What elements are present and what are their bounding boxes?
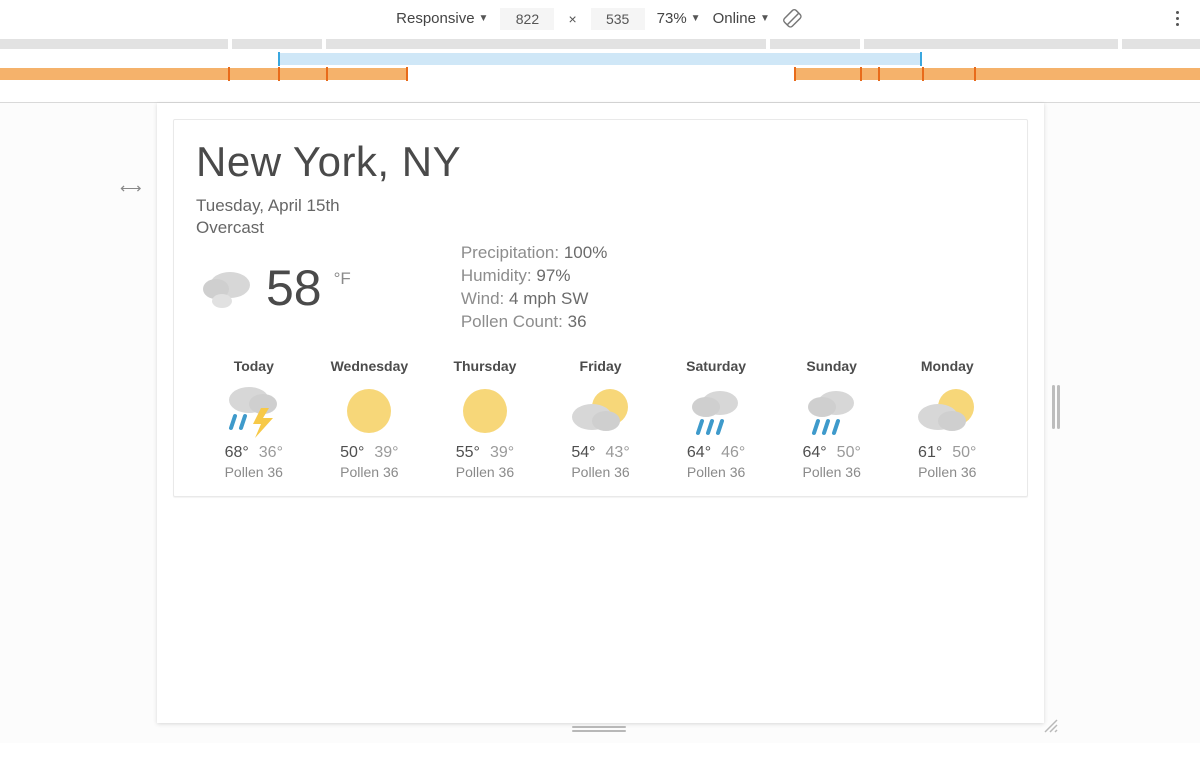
forecast-pollen: Pollen 36: [543, 464, 659, 480]
forecast-day: Saturday 64° 46° Pollen 36: [658, 358, 774, 480]
wind-label: Wind:: [461, 289, 504, 308]
zoom-label: 73%: [657, 10, 687, 27]
forecast-day-label: Friday: [543, 358, 659, 374]
forecast-day: Friday 54° 43° Pollen 36: [543, 358, 659, 480]
weather-card: New York, NY Tuesday, April 15th Overcas…: [173, 119, 1028, 497]
precip-label: Precipitation:: [461, 243, 559, 262]
partly-sunny-icon: [889, 380, 1005, 442]
device-viewport: New York, NY Tuesday, April 15th Overcas…: [157, 103, 1044, 723]
forecast-low: 39°: [490, 444, 514, 461]
forecast-high: 61°: [918, 444, 942, 461]
forecast-high: 64°: [687, 444, 711, 461]
breakpoint-ruler: [0, 38, 1200, 103]
dimension-separator: ×: [568, 11, 576, 27]
humid-value: 97%: [536, 266, 570, 285]
forecast-high: 64°: [802, 444, 826, 461]
wind-value: 4 mph SW: [509, 289, 588, 308]
forecast-day: Sunday 64° 50° Pollen 36: [774, 358, 890, 480]
condition-text: Overcast: [196, 218, 1005, 238]
forecast-low: 50°: [837, 444, 861, 461]
chevron-down-icon: ▼: [691, 13, 701, 24]
forecast-temps: 64° 46°: [658, 444, 774, 462]
rotate-icon[interactable]: [782, 8, 804, 30]
chevron-down-icon: ▼: [760, 13, 770, 24]
forecast-temps: 68° 36°: [196, 444, 312, 462]
chevron-down-icon: ▼: [479, 13, 489, 24]
more-menu-icon[interactable]: [1168, 10, 1186, 28]
network-label: Online: [713, 10, 756, 27]
forecast-low: 43°: [606, 444, 630, 461]
forecast-temps: 55° 39°: [427, 444, 543, 462]
width-input[interactable]: [500, 8, 554, 30]
device-toolbar: Responsive ▼ × 73% ▼ Online ▼: [0, 0, 1200, 38]
precip-value: 100%: [564, 243, 607, 262]
forecast-high: 68°: [225, 444, 249, 461]
sunny-icon: [427, 380, 543, 442]
rain-icon: [658, 380, 774, 442]
breakpoint-row-blue[interactable]: [0, 53, 1200, 65]
forecast-row: Today 68° 36° Pollen 36 Wednesday 50° 39° …: [196, 358, 1005, 480]
forecast-temps: 54° 43°: [543, 444, 659, 462]
forecast-day-label: Wednesday: [312, 358, 428, 374]
humid-label: Humidity:: [461, 266, 532, 285]
forecast-day-label: Monday: [889, 358, 1005, 374]
forecast-high: 55°: [456, 444, 480, 461]
forecast-low: 36°: [259, 444, 283, 461]
network-select[interactable]: Online ▼: [713, 10, 770, 27]
forecast-day: Wednesday 50° 39° Pollen 36: [312, 358, 428, 480]
device-select-label: Responsive: [396, 10, 474, 27]
height-input[interactable]: [591, 8, 645, 30]
forecast-high: 54°: [571, 444, 595, 461]
forecast-day-label: Today: [196, 358, 312, 374]
current-temp: 58: [266, 259, 322, 317]
pollen-value: 36: [568, 312, 587, 331]
forecast-temps: 50° 39°: [312, 444, 428, 462]
forecast-day-label: Saturday: [658, 358, 774, 374]
rain-icon: [774, 380, 890, 442]
forecast-day-label: Thursday: [427, 358, 543, 374]
device-select[interactable]: Responsive ▼: [396, 10, 488, 27]
pollen-label: Pollen Count:: [461, 312, 563, 331]
forecast-high: 50°: [340, 444, 364, 461]
forecast-pollen: Pollen 36: [196, 464, 312, 480]
resize-corner-handle[interactable]: [1042, 717, 1058, 733]
breakpoint-row-grey[interactable]: [0, 38, 1200, 50]
breakpoint-row-orange[interactable]: [0, 68, 1200, 80]
forecast-low: 39°: [374, 444, 398, 461]
details-block: Precipitation: 100% Humidity: 97% Wind: …: [461, 242, 608, 334]
forecast-temps: 64° 50°: [774, 444, 890, 462]
city-title: New York, NY: [196, 138, 1005, 186]
forecast-day: Today 68° 36° Pollen 36: [196, 358, 312, 480]
forecast-day-label: Sunday: [774, 358, 890, 374]
forecast-low: 46°: [721, 444, 745, 461]
current-temp-block: 58 °F: [196, 242, 351, 334]
resize-right-handle[interactable]: [1052, 385, 1062, 429]
forecast-pollen: Pollen 36: [889, 464, 1005, 480]
overcast-icon: [196, 263, 256, 313]
forecast-temps: 61° 50°: [889, 444, 1005, 462]
storm-icon: [196, 380, 312, 442]
forecast-pollen: Pollen 36: [774, 464, 890, 480]
sunny-icon: [312, 380, 428, 442]
forecast-pollen: Pollen 36: [658, 464, 774, 480]
forecast-day: Monday 61° 50° Pollen 36: [889, 358, 1005, 480]
forecast-day: Thursday 55° 39° Pollen 36: [427, 358, 543, 480]
resize-left-handle[interactable]: ⟷: [120, 179, 142, 197]
forecast-pollen: Pollen 36: [427, 464, 543, 480]
resize-bottom-handle[interactable]: [572, 726, 626, 732]
partly-sunny-icon: [543, 380, 659, 442]
forecast-low: 50°: [952, 444, 976, 461]
date-text: Tuesday, April 15th: [196, 196, 1005, 216]
zoom-select[interactable]: 73% ▼: [657, 10, 701, 27]
device-stage: ⟷ New York, NY Tuesday, April 15th Overc…: [0, 103, 1200, 743]
forecast-pollen: Pollen 36: [312, 464, 428, 480]
temp-unit: °F: [334, 269, 351, 289]
